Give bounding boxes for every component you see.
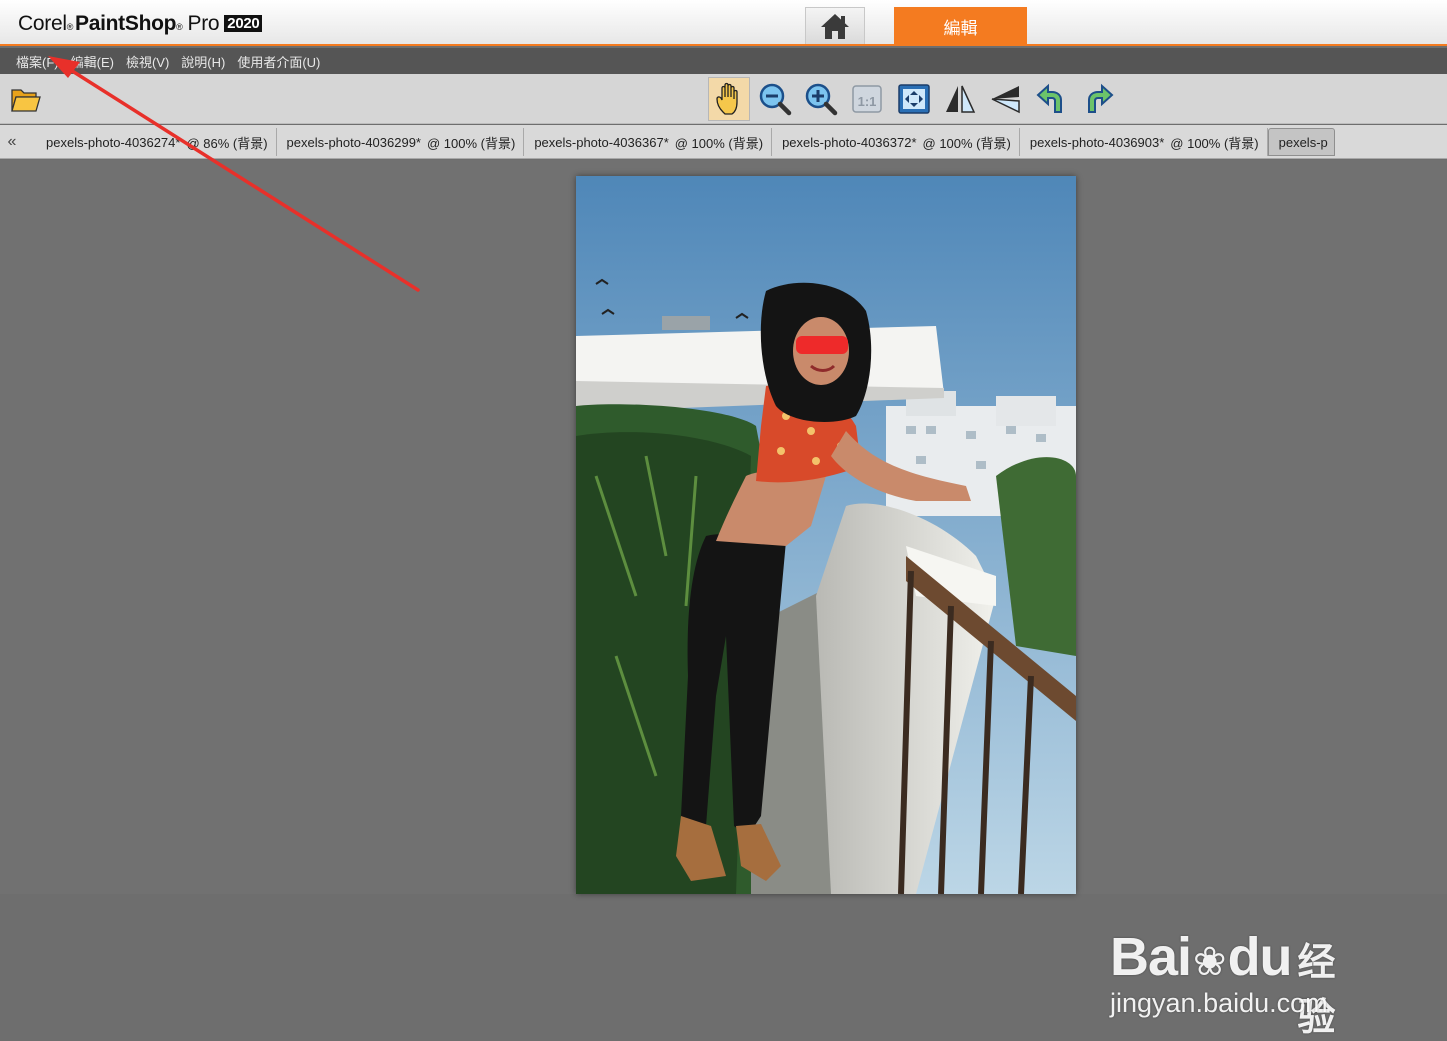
brand-paintshop: PaintShop	[75, 12, 177, 35]
pan-tool-button[interactable]	[708, 77, 750, 121]
rotate-left-button[interactable]	[1031, 77, 1073, 121]
flip-vertical-button[interactable]	[985, 77, 1027, 121]
rotate-right-button[interactable]	[1077, 77, 1119, 121]
tab-scroll-left-button[interactable]: «	[4, 132, 20, 152]
watermark-logo: Bai ❀ du 经验	[1110, 927, 1336, 1039]
open-button[interactable]	[5, 77, 47, 121]
open-folder-icon	[11, 89, 41, 112]
fit-to-window-button[interactable]	[893, 77, 935, 121]
actual-size-button[interactable]: 1:1	[846, 77, 888, 121]
menu-user-interface[interactable]: 使用者介面(U)	[231, 52, 326, 71]
document-tab-zoom: @ 100% (背景)	[1170, 135, 1259, 151]
menu-file[interactable]: 檔案(F)	[10, 52, 65, 71]
watermark: Bai ❀ du 经验 jingyan.baidu.com	[1110, 898, 1370, 1039]
document-tab-active[interactable]: pexels-p	[1267, 128, 1335, 156]
document-tab-zoom: @ 100% (背景)	[922, 135, 1011, 151]
document-tab-name: pexels-photo-4036299*	[286, 134, 421, 150]
menu-view[interactable]: 檢視(V)	[120, 52, 175, 71]
document-tab-name: pexels-photo-4036274*	[46, 134, 181, 150]
document-tab-name: pexels-photo-4036903*	[1029, 134, 1165, 150]
photo-canvas[interactable]	[576, 176, 1076, 894]
document-tab[interactable]: pexels-photo-4036367* @ 100% (背景)	[524, 128, 773, 156]
pan-hand-icon	[716, 82, 738, 115]
app-logo: Corel ® PaintShop ® Pro 2020	[18, 12, 263, 36]
document-tab[interactable]: pexels-photo-4036299* @ 100% (背景)	[277, 128, 525, 156]
svg-text:1:1: 1:1	[858, 94, 877, 109]
document-tab[interactable]: pexels-photo-4036903* @ 100% (背景)	[1020, 128, 1268, 156]
fit-to-window-icon	[898, 84, 930, 114]
document-tab-zoom: @ 100% (背景)	[674, 135, 764, 151]
rotate-left-icon	[1036, 83, 1062, 113]
document-tab-strip: « pexels-photo-4036274* @ 86% (背景) pexel…	[0, 125, 1447, 159]
actual-size-icon: 1:1	[852, 85, 882, 113]
zoom-out-icon	[759, 83, 792, 116]
menu-help[interactable]: 說明(H)	[175, 52, 231, 71]
flip-horizontal-icon	[946, 85, 976, 113]
menu-edit[interactable]: 編輯(E)	[65, 52, 120, 71]
document-tab[interactable]: pexels-photo-4036274* @ 86% (背景)	[36, 128, 277, 156]
document-tabs: pexels-photo-4036274* @ 86% (背景) pexels-…	[36, 128, 1335, 156]
zoom-out-button[interactable]	[754, 77, 796, 121]
document-tab-name: pexels-photo-4036372*	[782, 134, 917, 150]
home-tab[interactable]	[805, 7, 865, 44]
watermark-url: jingyan.baidu.com	[1110, 988, 1328, 1018]
document-tab-name: pexels-p	[1278, 134, 1328, 150]
brand-year: 2020	[224, 15, 263, 32]
document-tab-name: pexels-photo-4036367*	[534, 134, 669, 150]
brand-pro: Pro	[187, 12, 220, 35]
flip-horizontal-button[interactable]	[939, 77, 981, 121]
home-icon	[821, 14, 849, 39]
zoom-in-button[interactable]	[800, 77, 842, 121]
photo-image	[576, 176, 1076, 894]
document-tab-zoom: @ 100% (背景)	[426, 135, 516, 151]
zoom-in-icon	[805, 83, 838, 116]
edit-tab[interactable]: 編輯	[894, 7, 1027, 46]
document-tab[interactable]: pexels-photo-4036372* @ 100% (背景)	[772, 128, 1020, 156]
menu-bar: 檔案(F) 編輯(E) 檢視(V) 說明(H) 使用者介面(U)	[0, 48, 1447, 74]
title-bar: Corel ® PaintShop ® Pro 2020 編輯	[0, 0, 1447, 46]
toolbar: 1:1	[0, 74, 1447, 124]
image-workspace[interactable]: Bai ❀ du 经验 jingyan.baidu.com	[0, 160, 1447, 1039]
rotate-right-icon	[1088, 83, 1114, 113]
document-tab-zoom: @ 86% (背景)	[186, 135, 268, 151]
paw-icon: ❀	[1193, 940, 1227, 984]
flip-vertical-icon	[991, 86, 1020, 114]
brand-corel: Corel	[18, 12, 67, 35]
